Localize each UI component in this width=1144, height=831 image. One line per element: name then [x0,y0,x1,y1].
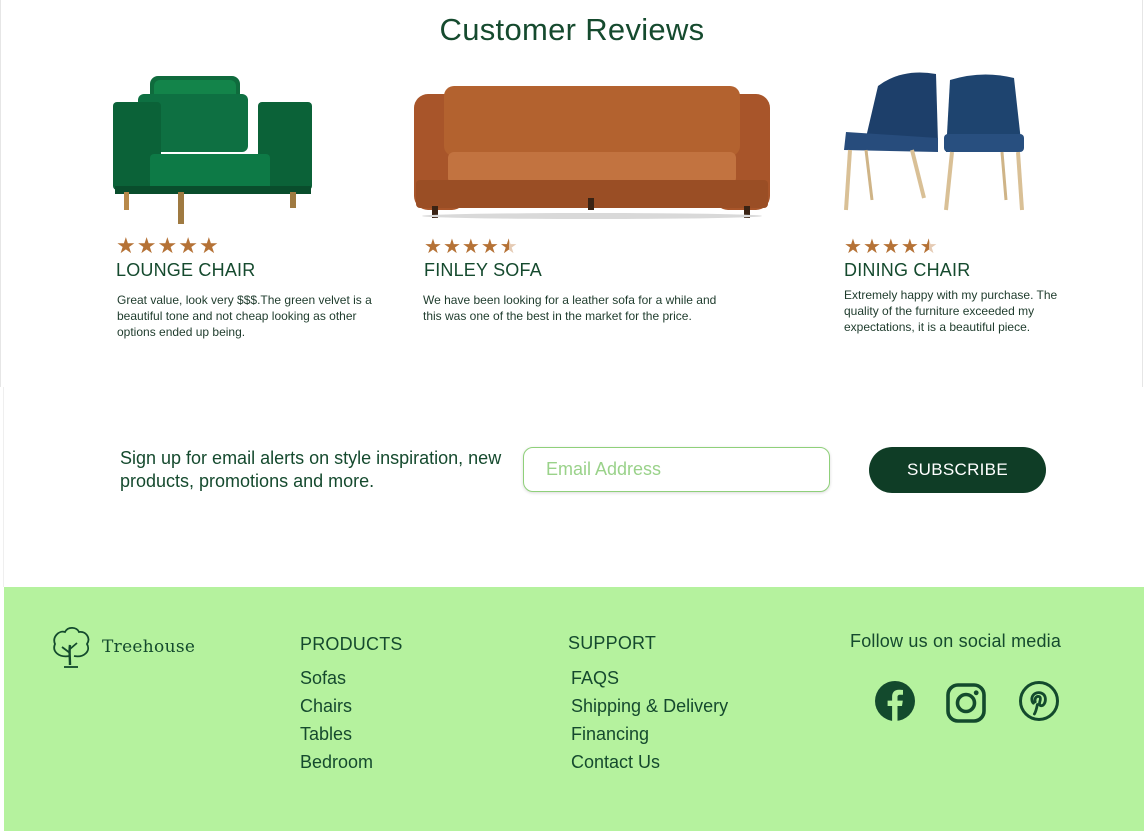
review-text-finley-sofa: We have been looking for a leather sofa … [423,292,716,324]
review-text-line: Extremely happy with my purchase. The [844,288,1058,302]
star-icon: ★ [480,236,500,258]
star-icon: ★ [136,233,158,258]
footer-link-contact[interactable]: Contact Us [571,752,660,773]
footer-link-faqs[interactable]: FAQS [571,668,619,689]
page-edge-left-lower [3,387,4,587]
page-edge-right [1142,0,1143,387]
star-icon: ★ [461,236,481,258]
star-icon: ★ [862,236,882,258]
star-icon: ★ [900,236,920,258]
star-icon: ★ [198,233,220,258]
facebook-icon[interactable] [875,681,915,721]
site-footer: Treehouse PRODUCTS Sofas Chairs Tables B… [4,587,1144,831]
half-star-icon: ★ [500,234,519,259]
support-heading: SUPPORT [568,633,657,653]
star-icon: ★ [157,233,179,258]
half-star-icon: ★ [920,234,939,259]
review-product-name[interactable]: DINING CHAIR [844,260,970,281]
footer-link-shipping[interactable]: Shipping & Delivery [571,696,728,717]
review-text-dining-chair: Extremely happy with my purchase. The qu… [844,287,1057,335]
signup-description: Sign up for email alerts on style inspir… [120,448,502,491]
page-edge-left [0,0,1,387]
review-text-line: Great value, look very $$$.The green vel… [117,293,372,307]
star-icon: ★ [442,236,462,258]
review-text-line: beautiful tone and not cheap looking as … [117,309,357,323]
dining-chair-image[interactable] [842,72,1028,214]
footer-link-bedroom[interactable]: Bedroom [300,752,373,773]
review-text-line: quality of the furniture exceeded my [844,304,1035,318]
review-rating-finley-sofa: ★★★★★ [424,234,519,259]
star-icon: ★ [424,236,443,258]
review-text-line: We have been looking for a leather sofa … [423,293,717,307]
review-rating-dining-chair: ★★★★★ [844,234,939,259]
star-icon: ★ [881,236,901,258]
star-icon: ★ [844,236,863,258]
lounge-chair-image[interactable] [110,72,315,226]
products-heading: PRODUCTS [300,634,403,654]
footer-link-chairs[interactable]: Chairs [300,696,352,717]
star-icon: ★ [178,233,199,258]
review-rating-lounge-chair: ★★★★★ [116,233,220,259]
instagram-icon[interactable] [946,683,986,723]
review-product-name[interactable]: LOUNGE CHAIR [116,260,255,281]
pinterest-icon[interactable] [1019,681,1059,721]
finley-sofa-image[interactable] [408,86,774,220]
email-input[interactable] [523,447,830,492]
tree-icon [53,626,90,668]
footer-link-tables[interactable]: Tables [300,724,352,745]
subscribe-button[interactable]: SUBSCRIBE [869,447,1046,493]
footer-link-financing[interactable]: Financing [571,724,649,745]
review-product-name[interactable]: FINLEY SOFA [424,260,542,281]
star-icon: ★ [116,233,137,258]
review-text-line: options ended up being. [117,325,246,339]
social-heading: Follow us on social media [850,631,1062,651]
review-text-lounge-chair: Great value, look very $$$.The green vel… [117,292,372,340]
review-text-line: this was one of the best in the market f… [423,309,692,323]
brand-name: Treehouse [102,637,196,657]
reviews-title: Customer Reviews [439,12,705,47]
review-text-line: expectations, it is a beautiful piece. [844,320,1031,334]
treehouse-logo[interactable]: Treehouse [50,625,200,669]
footer-link-sofas[interactable]: Sofas [300,668,346,689]
